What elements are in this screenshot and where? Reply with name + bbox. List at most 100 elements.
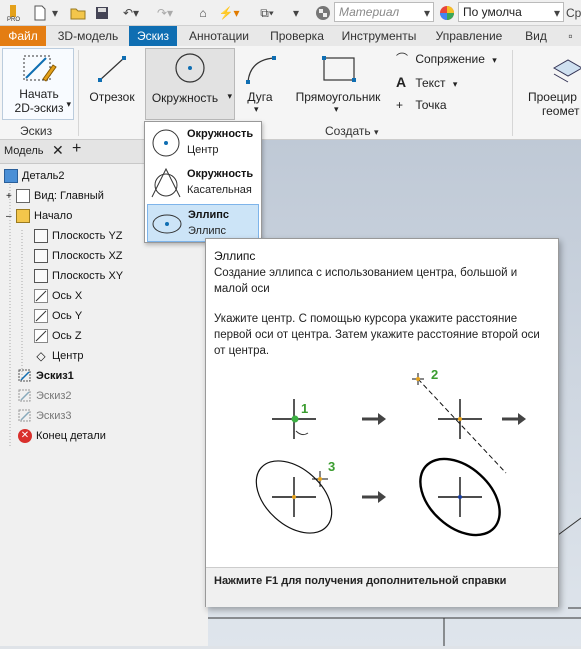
open-folder-icon[interactable] [68, 4, 88, 22]
start-sketch-label-2: 2D-эскиз [14, 101, 64, 115]
point-button[interactable]: + Точка [396, 98, 506, 118]
chevron-down-icon: ▾ [452, 79, 458, 89]
axis-icon [34, 309, 48, 323]
tree-item-center[interactable]: ◇ Центр [34, 346, 83, 366]
menu-item-circle-tangent[interactable]: Окружность Касательная [147, 164, 259, 202]
collapse-icon[interactable]: – [6, 211, 16, 222]
line-button[interactable]: Отрезок [84, 48, 140, 108]
tab-manage[interactable]: Управление [428, 26, 510, 46]
tree-item-label: Ось X [52, 290, 83, 302]
tree-item-sketch1[interactable]: Эскиз1 [18, 366, 74, 386]
chevron-down-icon[interactable]: ▾ [552, 4, 562, 22]
circle-button[interactable]: Окружность ▾ [145, 48, 235, 120]
tab-view[interactable]: Вид [516, 26, 556, 46]
axis-icon [34, 329, 48, 343]
tooltip-title: Эллипс [214, 249, 256, 263]
project-geometry-label-2: геомет [542, 104, 580, 118]
project-geometry-button[interactable]: Проецир геомет [522, 48, 581, 120]
save-icon[interactable] [92, 4, 112, 22]
circle-tangent-icon [151, 167, 181, 198]
tree-item-sketch2[interactable]: Эскиз2 [18, 386, 72, 406]
rectangle-button[interactable]: Прямоугольник ▾ [288, 48, 388, 114]
tree-item-label: Эскиз1 [36, 370, 74, 382]
ribbon-separator [78, 50, 79, 136]
tree-item-view[interactable]: + Вид: Главный [6, 186, 104, 206]
plane-icon [34, 269, 48, 283]
tab-inspect[interactable]: Проверка [262, 26, 332, 46]
app-logo-icon[interactable]: PRO [4, 4, 22, 22]
start-sketch-button[interactable]: Начать 2D-эскиз ▾ [2, 48, 74, 120]
view-icon [16, 189, 30, 203]
circle-center-icon [152, 129, 180, 157]
menu-item-title: Эллипс [188, 209, 230, 221]
point-icon: + [396, 98, 404, 112]
chevron-down-icon[interactable]: ▾ [422, 4, 432, 22]
tree-item-axis-x[interactable]: Ось X [34, 286, 82, 306]
quick-access-toolbar: PRO ▾ ↶▾ ↷▾ ⌂ ⚡▾ ⧉▾ ▾ Материал ▾ По умол… [0, 0, 581, 26]
material-select[interactable]: Материал [334, 2, 434, 22]
redo-icon[interactable]: ↷▾ [150, 4, 180, 22]
menu-item-subtitle: Эллипс [188, 225, 226, 237]
menu-item-subtitle: Центр [187, 144, 219, 156]
tree-item-origin[interactable]: – Начало [6, 206, 72, 226]
ellipse-icon [152, 214, 182, 234]
step-2-label: 2 [431, 367, 438, 382]
tab-3d-model[interactable]: 3D-модель [50, 26, 126, 46]
chevron-down-icon[interactable]: ▾ [50, 4, 60, 22]
tree-item-sketch3[interactable]: Эскиз3 [18, 406, 72, 426]
end-of-part-icon: ✕ [18, 429, 32, 443]
menu-item-circle-center[interactable]: Окружность Центр [147, 124, 259, 162]
tab-annotations[interactable]: Аннотации [180, 26, 258, 46]
fillet-icon: ⌒ [396, 52, 409, 66]
tree-item-part[interactable]: Деталь2 [4, 166, 65, 186]
tree-item-label: Эскиз2 [36, 390, 72, 402]
material-checker-icon [314, 4, 332, 22]
step-1-label: 1 [301, 401, 308, 416]
rectangle-label: Прямоугольник [295, 90, 381, 104]
tree-item-axis-y[interactable]: Ось Y [34, 306, 82, 326]
tree-item-label: Деталь2 [22, 170, 65, 182]
menu-item-title: Окружность [187, 128, 254, 140]
tab-file[interactable]: Файл [0, 26, 46, 46]
new-file-icon[interactable] [30, 4, 50, 22]
tree-item-end-of-part[interactable]: ✕ Конец детали [18, 426, 106, 446]
panel-label-create: Создать ▾ [325, 124, 379, 138]
arc-button[interactable]: Дуга ▾ [238, 48, 282, 114]
update-icon[interactable]: ⚡▾ [216, 4, 242, 22]
tree-item-label: Ось Y [52, 310, 83, 322]
chevron-down-icon: ▾ [66, 99, 71, 109]
tree-item-plane-xz[interactable]: Плоскость XZ [34, 246, 123, 266]
step-3-label: 3 [328, 459, 335, 474]
tab-sketch[interactable]: Эскиз [129, 26, 177, 46]
undo-icon[interactable]: ↶▾ [116, 4, 146, 22]
close-icon[interactable]: ✕ [52, 142, 64, 159]
ellipse-tooltip: Эллипс Создание эллипса с использованием… [205, 238, 559, 607]
tree-item-axis-z[interactable]: Ось Z [34, 326, 82, 346]
text-button[interactable]: A Текст ▾ [396, 74, 506, 94]
tree-item-plane-yz[interactable]: Плоскость YZ [34, 226, 123, 246]
home-icon[interactable]: ⌂ [194, 4, 212, 22]
tab-tools[interactable]: Инструменты [336, 26, 422, 46]
tree-item-plane-xy[interactable]: Плоскость XY [34, 266, 123, 286]
tooltip-help-hint: Нажмите F1 для получения дополнительной … [214, 575, 507, 587]
arc-icon [246, 56, 276, 84]
browser-tab-model[interactable]: Модель [4, 145, 43, 157]
ribbon-separator [512, 50, 513, 136]
tab-more[interactable]: ▫ [560, 26, 581, 46]
tree-item-label: Вид: Главный [34, 190, 104, 202]
expand-icon[interactable]: + [6, 191, 16, 202]
menu-item-ellipse[interactable]: Эллипс Эллипс [147, 204, 259, 242]
plane-icon [34, 229, 48, 243]
appearance-select[interactable]: По умолча [458, 2, 564, 22]
add-tab-icon[interactable]: + [72, 140, 81, 158]
point-label: Точка [415, 98, 447, 112]
circle-label: Окружность [151, 91, 219, 105]
fillet-button[interactable]: ⌒ Сопряжение ▾ [396, 50, 506, 70]
chevron-down-icon[interactable]: ▾ [290, 4, 302, 22]
menu-item-title: Окружность [187, 168, 254, 180]
style-label: Ср [566, 6, 581, 20]
text-icon: A [396, 74, 407, 90]
tooltip-description: Создание эллипса с использованием центра… [214, 267, 518, 295]
sketch-icon [18, 369, 32, 383]
select-icon[interactable]: ⧉▾ [254, 4, 280, 22]
